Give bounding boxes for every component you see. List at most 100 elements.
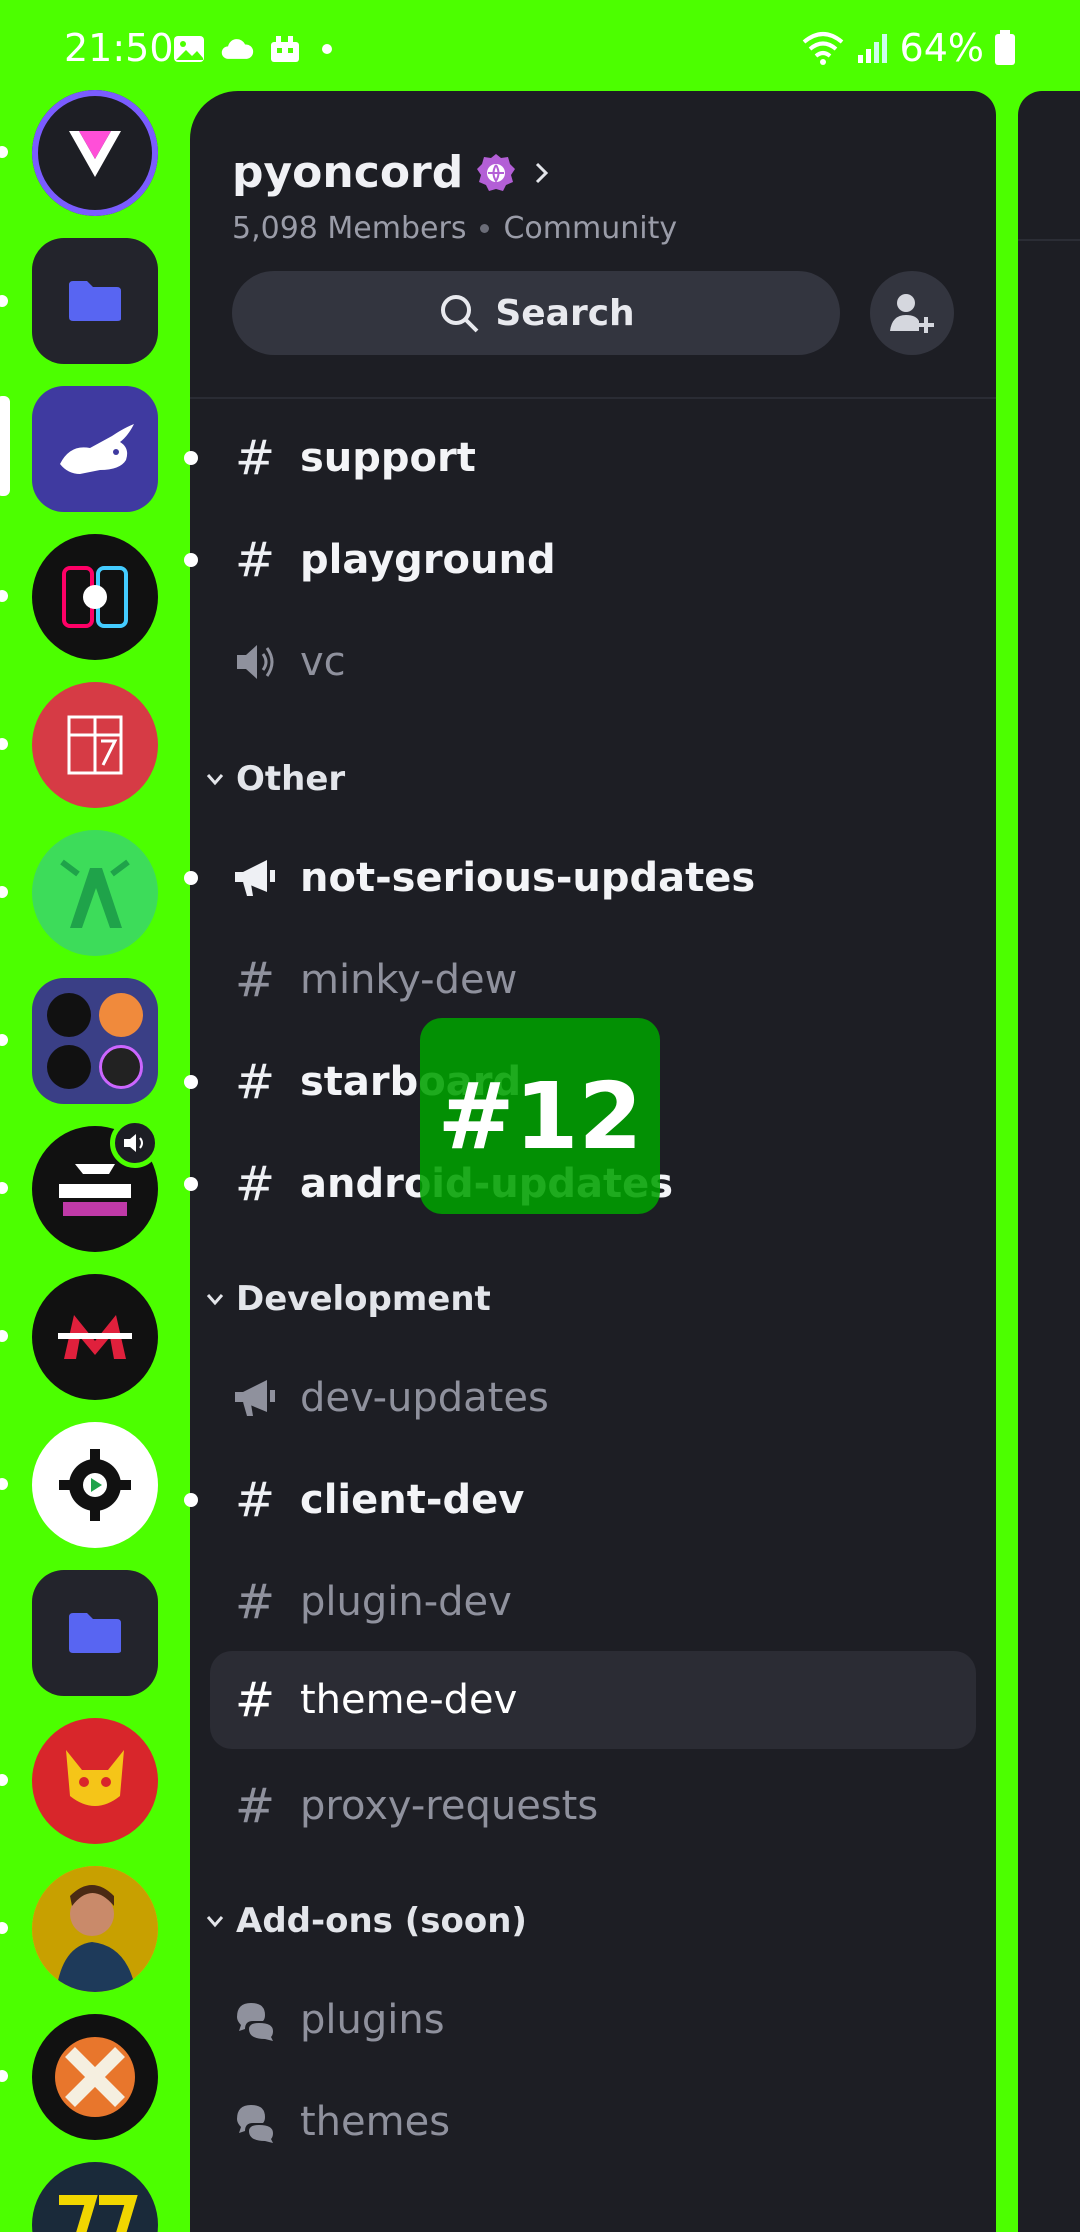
rabbit-icon (60, 424, 134, 474)
channel-name: plugins (300, 1997, 445, 2043)
unread-pip (0, 1774, 8, 1786)
unread-dot (184, 451, 198, 465)
unread-dot (184, 553, 198, 567)
separator-dot (480, 224, 490, 233)
server-77[interactable] (32, 2162, 158, 2232)
channel-not-serious-updates[interactable]: not-serious-updates (184, 833, 996, 923)
server-green-a[interactable] (32, 830, 158, 956)
channel-dev-updates[interactable]: dev-updates (190, 1353, 996, 1443)
unread-dot (184, 1075, 198, 1089)
invite-button[interactable] (870, 271, 954, 355)
member-count: 5,098 Members (232, 211, 467, 246)
channel-client-dev[interactable]: # client-dev (184, 1455, 996, 1545)
signal-icon (857, 34, 887, 63)
channel-proxy-requests[interactable]: # proxy-requests (190, 1761, 996, 1851)
channel-name: themes (300, 2099, 451, 2145)
overlay-number: #12 (437, 1062, 643, 1170)
hash-icon: # (234, 430, 276, 486)
mini-server-icon (47, 1045, 91, 1089)
divider (1018, 239, 1080, 241)
folder-grid (47, 993, 143, 1089)
more-notifications-dot (322, 44, 332, 54)
channel-plugin-dev[interactable]: # plugin-dev (190, 1557, 996, 1647)
category-other[interactable]: Other (204, 749, 345, 809)
unread-pip (0, 1034, 8, 1046)
server-phones[interactable] (32, 534, 158, 660)
unread-pip (0, 590, 8, 602)
voice-active-badge (110, 1118, 160, 1168)
x-logo-icon (55, 2037, 135, 2117)
hash-icon: # (234, 952, 276, 1008)
battery-icon (995, 30, 1015, 65)
selected-indicator (0, 396, 10, 496)
unread-pip (0, 1182, 8, 1194)
channel-minky-dew[interactable]: # minky-dew (190, 935, 996, 1025)
battery-percent: 64% (899, 26, 984, 70)
hash-icon: # (234, 1672, 276, 1728)
category-label: Add-ons (soon) (236, 1901, 527, 1941)
channel-name: vc (300, 639, 346, 685)
server-v[interactable] (32, 90, 158, 216)
phones-icon (62, 566, 128, 628)
channel-plugins[interactable]: plugins (190, 1975, 996, 2065)
hash-icon: # (234, 1778, 276, 1834)
channel-playground[interactable]: # playground (184, 515, 996, 605)
channel-name: not-serious-updates (300, 855, 756, 901)
mini-server-icon (99, 1045, 143, 1089)
unread-dot (184, 1493, 198, 1507)
channel-name: playground (300, 537, 556, 583)
server-folder-1[interactable] (32, 238, 158, 364)
category-label: Other (236, 759, 346, 799)
unread-pip (0, 2070, 8, 2082)
speaker-icon (232, 639, 278, 685)
search-icon (441, 295, 479, 333)
channel-themes[interactable]: themes (190, 2077, 996, 2167)
status-bar: 21:50 64% (0, 0, 1080, 96)
unread-pip (0, 738, 8, 750)
server-settings[interactable] (32, 1422, 158, 1548)
server-folder-2[interactable] (32, 1570, 158, 1696)
mini-server-icon (47, 993, 91, 1037)
unread-pip (0, 146, 8, 158)
search-button[interactable]: Search (232, 271, 840, 355)
channel-theme-dev[interactable]: # theme-dev (210, 1651, 976, 1749)
server-folder-apps[interactable] (32, 978, 158, 1104)
channel-name: client-dev (300, 1477, 525, 1523)
server-subtitle: 5,098 Members Community (232, 211, 677, 246)
speaker-icon (124, 1134, 143, 1152)
server-header[interactable]: pyoncord (232, 147, 553, 198)
forum-icon (232, 2099, 278, 2145)
folder-icon (69, 1613, 121, 1653)
unread-pip (0, 886, 8, 898)
status-time: 21:50 (64, 26, 174, 70)
server-red[interactable] (32, 682, 158, 808)
unread-pip (0, 1330, 8, 1342)
search-label: Search (495, 292, 635, 334)
server-pikachu[interactable] (32, 1718, 158, 1844)
server-m[interactable] (32, 1274, 158, 1400)
category-label: Development (236, 1279, 491, 1319)
folder-icon (69, 281, 121, 321)
creature-face-icon (66, 1750, 124, 1806)
creature-icon (60, 859, 130, 928)
server-portrait[interactable] (32, 1866, 158, 1992)
channel-support[interactable]: # support (184, 413, 996, 503)
announcement-icon (232, 1375, 278, 1421)
channel-name: proxy-requests (300, 1783, 599, 1829)
unread-dot (184, 871, 198, 885)
server-name: pyoncord (232, 147, 464, 198)
hash-icon: # (234, 532, 276, 588)
server-pyoncord[interactable] (32, 386, 158, 512)
channel-name: dev-updates (300, 1375, 549, 1421)
category-addons[interactable]: Add-ons (soon) (204, 1891, 527, 1951)
chat-panel-peek[interactable] (1018, 91, 1080, 2232)
forum-icon (232, 1997, 278, 2043)
server-x[interactable] (32, 2014, 158, 2140)
unread-pip (0, 1478, 8, 1490)
unread-pip (0, 1922, 8, 1934)
category-development[interactable]: Development (204, 1269, 491, 1329)
chevron-down-icon (206, 1294, 224, 1306)
channel-name: support (300, 435, 476, 481)
channel-vc[interactable]: vc (190, 617, 996, 707)
hash-icon: # (234, 1054, 276, 1110)
